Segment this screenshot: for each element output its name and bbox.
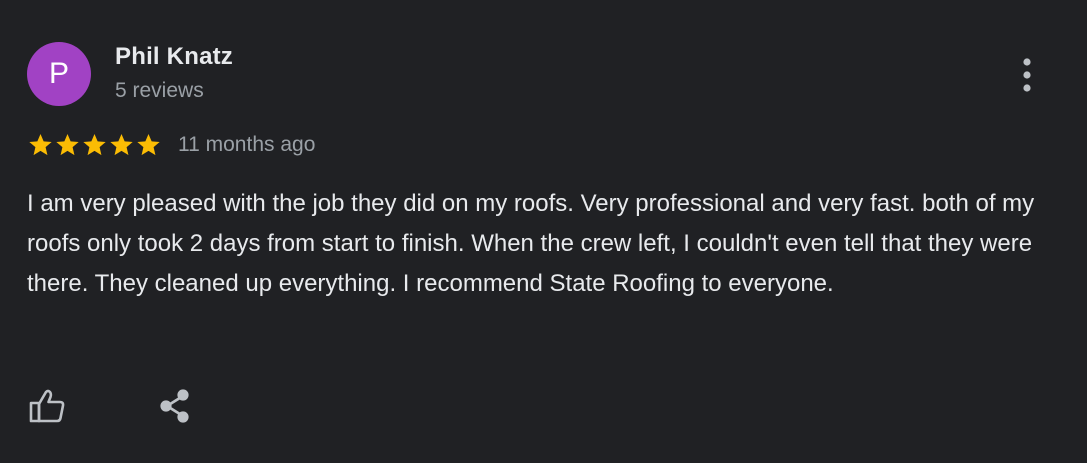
more-options-button[interactable] bbox=[1010, 56, 1044, 94]
like-button[interactable] bbox=[27, 386, 67, 426]
review-card: P Phil Knatz 5 reviews 11 months ago I a… bbox=[0, 0, 1087, 463]
share-icon bbox=[160, 389, 189, 423]
star-icon bbox=[56, 133, 79, 156]
author-name[interactable]: Phil Knatz bbox=[115, 43, 233, 71]
review-date: 11 months ago bbox=[178, 133, 316, 156]
more-vert-icon bbox=[1023, 58, 1031, 92]
avatar-initial: P bbox=[48, 57, 69, 90]
star-icon bbox=[29, 133, 52, 156]
review-text: I am very pleased with the job they did … bbox=[27, 190, 1035, 297]
star-icon bbox=[137, 133, 160, 156]
star-rating bbox=[27, 132, 162, 158]
star-icon bbox=[83, 133, 106, 156]
author-review-count[interactable]: 5 reviews bbox=[115, 79, 204, 103]
share-button[interactable] bbox=[155, 386, 195, 426]
avatar[interactable]: P bbox=[27, 42, 91, 106]
thumbs-up-icon bbox=[29, 389, 65, 423]
rating-row: 11 months ago bbox=[27, 131, 315, 159]
star-icon bbox=[110, 133, 133, 156]
